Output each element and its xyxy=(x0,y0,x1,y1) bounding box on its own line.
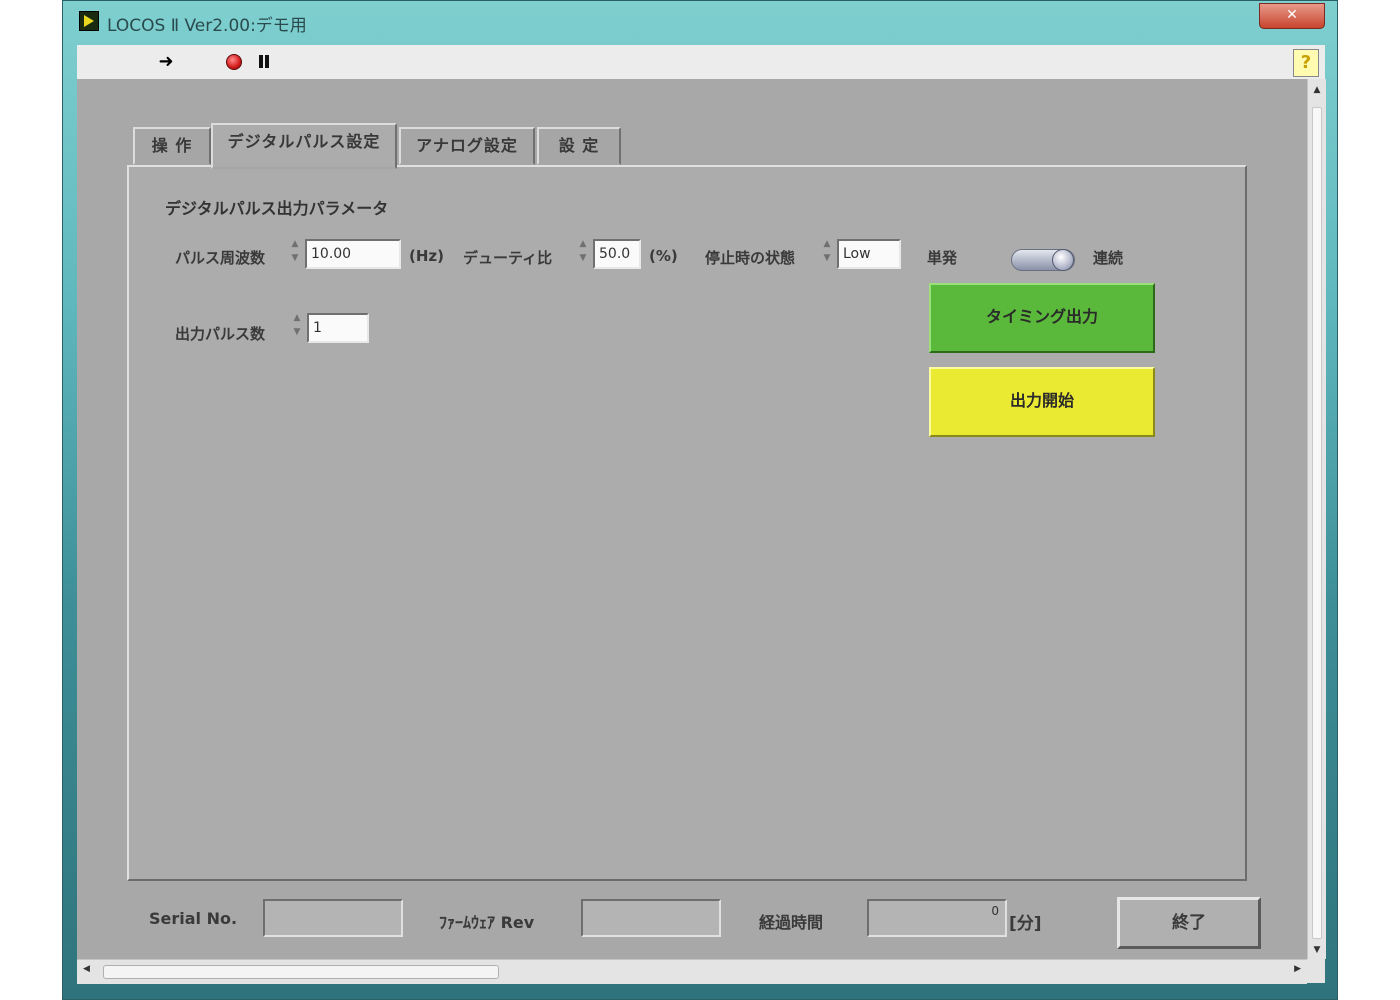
pulse-count-input[interactable] xyxy=(307,313,369,343)
tab-digital-pulse[interactable]: デジタルパルス設定 xyxy=(211,123,397,169)
app-window: LOCOS Ⅱ Ver2.00:デモ用 ✕ ➜ ? 操 作 デジタルパルス設定 … xyxy=(62,0,1338,1000)
toolbar: ➜ ? xyxy=(77,45,1325,80)
duty-spinner-icon[interactable]: ▲ ▼ xyxy=(577,237,589,265)
start-output-button[interactable]: 出力開始 xyxy=(929,367,1155,437)
vertical-scroll-thumb[interactable] xyxy=(1312,107,1322,939)
stop-state-label: 停止時の状態 xyxy=(705,249,796,267)
title-bar[interactable]: LOCOS Ⅱ Ver2.00:デモ用 ✕ xyxy=(63,1,1337,43)
duty-unit: (%) xyxy=(649,247,678,265)
firmware-field xyxy=(581,899,721,937)
vertical-scrollbar[interactable]: ▲ ▼ xyxy=(1307,79,1326,959)
pulse-count-label: 出力パルス数 xyxy=(175,325,266,343)
scroll-up-icon[interactable]: ▲ xyxy=(1308,85,1326,95)
scroll-right-icon[interactable]: ▶ xyxy=(1294,964,1301,974)
tab-content: デジタルパルス出力パラメータ パルス周波数 ▲▼ (Hz) デューティ比 ▲▼ … xyxy=(127,165,1247,881)
mode-single-label: 単発 xyxy=(927,249,958,267)
tab-operation[interactable]: 操 作 xyxy=(133,127,211,165)
duty-input[interactable] xyxy=(593,239,641,269)
serial-label: Serial No. xyxy=(149,909,238,928)
scroll-left-icon[interactable]: ◀ xyxy=(83,964,90,974)
serial-field xyxy=(263,899,403,937)
close-button[interactable]: ✕ xyxy=(1259,3,1325,29)
window-title: LOCOS Ⅱ Ver2.00:デモ用 xyxy=(107,16,307,36)
abort-icon[interactable] xyxy=(221,50,247,74)
tab-settings[interactable]: 設 定 xyxy=(537,127,621,165)
front-panel: 操 作 デジタルパルス設定 アナログ設定 設 定 デジタルパルス出力パラメータ … xyxy=(77,79,1307,959)
duty-label: デューティ比 xyxy=(463,249,553,267)
pause-icon[interactable] xyxy=(251,50,277,74)
freq-input[interactable] xyxy=(305,239,401,269)
scroll-corner xyxy=(1307,959,1325,983)
mode-toggle-switch[interactable] xyxy=(1011,249,1075,271)
run-arrow-icon[interactable]: ➜ xyxy=(153,50,179,74)
horizontal-scrollbar[interactable]: ◀ ▶ xyxy=(77,959,1307,984)
elapsed-field: 0 xyxy=(867,899,1007,937)
toggle-knob xyxy=(1052,249,1074,271)
stop-state-input[interactable] xyxy=(837,239,901,269)
elapsed-unit: [分] xyxy=(1009,914,1042,934)
mode-continuous-label: 連続 xyxy=(1093,249,1124,267)
scroll-down-icon[interactable]: ▼ xyxy=(1308,945,1326,955)
elapsed-label: 経過時間 xyxy=(759,913,824,932)
help-icon[interactable]: ? xyxy=(1293,49,1319,77)
section-title: デジタルパルス出力パラメータ xyxy=(165,199,389,218)
firmware-label: ﾌｧｰﾑｳｪｱ Rev xyxy=(439,913,535,932)
tab-analog[interactable]: アナログ設定 xyxy=(399,127,535,165)
pulse-count-spinner-icon[interactable]: ▲ ▼ xyxy=(291,311,303,339)
freq-label: パルス周波数 xyxy=(175,249,266,267)
app-icon xyxy=(79,11,99,31)
horizontal-scroll-thumb[interactable] xyxy=(103,965,499,979)
freq-spinner-icon[interactable]: ▲ ▼ xyxy=(289,237,301,265)
freq-unit: (Hz) xyxy=(409,247,444,265)
stop-state-spinner-icon[interactable]: ▲ ▼ xyxy=(821,237,833,265)
timing-output-button[interactable]: タイミング出力 xyxy=(929,283,1155,353)
end-button[interactable]: 終了 xyxy=(1117,897,1261,949)
